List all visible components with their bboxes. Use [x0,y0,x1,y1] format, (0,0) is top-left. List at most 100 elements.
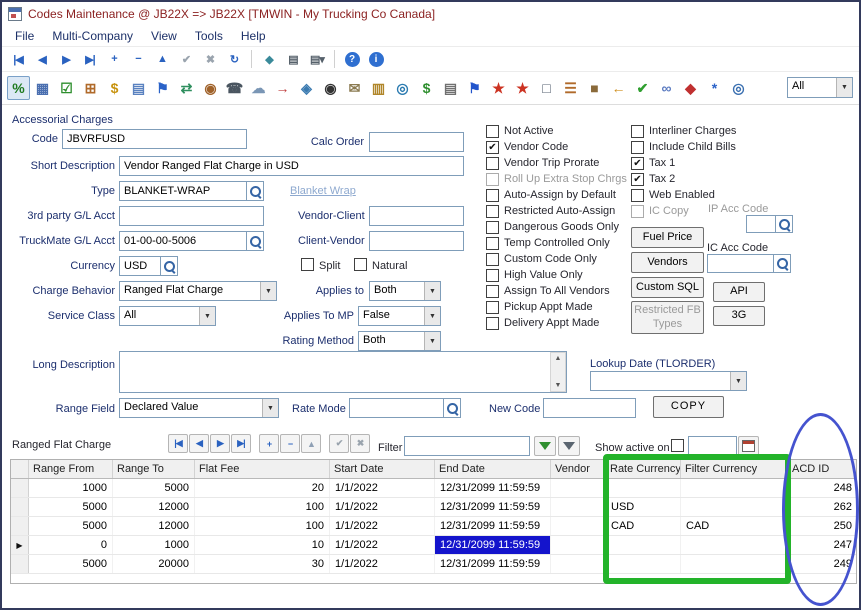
coin-icon[interactable]: $ [103,76,126,100]
applies-to-combo[interactable]: Both ▼ [369,281,441,301]
grid-cell-4-filter-currency[interactable] [681,536,788,554]
compass-icon[interactable]: * [703,76,726,100]
grid-cell-2-acd-id[interactable]: 262 [788,498,857,516]
checkbox-box-vendor-trip-prorate[interactable] [486,157,499,170]
applies-to-mp-combo[interactable]: False ▼ [358,306,441,326]
date-picker-button[interactable] [738,436,759,456]
checkbox-box-high-value-only[interactable] [486,269,499,282]
prior-record-icon[interactable]: ◀ [31,49,53,69]
grid-cell-4-start-date[interactable]: 1/1/2022 [330,536,435,554]
copy-button[interactable]: COPY [653,396,724,418]
codes-grid-icon[interactable]: ▦ [31,76,54,100]
transfer-icon[interactable]: ⇄ [175,76,198,100]
three-g-button[interactable]: 3G [713,306,765,326]
checkbox-temp-controlled-only[interactable]: Temp Controlled Only [486,235,627,251]
mail-icon[interactable]: ✉ [343,76,366,100]
range-field-combo[interactable]: Declared Value ▼ [119,398,279,418]
grid-cell-1-range-to[interactable]: 5000 [113,479,195,497]
show-active-checkbox[interactable] [671,439,684,452]
checkbox-vendor-code[interactable]: ✔Vendor Code [486,139,627,155]
page-icon[interactable]: □ [535,76,558,100]
acc-charges-codes-icon[interactable]: % [7,76,30,100]
grid-cell-3-end-date[interactable]: 12/31/2099 11:59:59 [435,517,551,535]
approve-icon[interactable]: ✔ [631,76,654,100]
lookup-date-dropdown-icon[interactable]: ▼ [730,372,746,390]
vehicle-icon[interactable]: ◆ [679,76,702,100]
grid-cell-2-range-to[interactable]: 12000 [113,498,195,516]
grid-cancel-icon[interactable]: ✖ [350,434,370,453]
cargo-icon[interactable]: ▥ [367,76,390,100]
ip-acc-code-lookup-button[interactable] [776,215,793,233]
third-party-gl-input[interactable] [119,206,264,226]
grid-row-5[interactable]: 500020000301/1/202212/31/2099 11:59:5924… [11,555,856,574]
grid-row-4[interactable]: ▶01000101/1/202212/31/2099 11:59:59247 [11,536,856,555]
grid-edit-icon[interactable]: ▲ [301,434,321,453]
checkbox-custom-code-only[interactable]: Custom Code Only [486,251,627,267]
next-record-icon[interactable]: ▶ [55,49,77,69]
delete-record-icon[interactable]: − [127,49,149,69]
checkbox-box-custom-code-only[interactable] [486,253,499,266]
checkbox-box-tax-1[interactable]: ✔ [631,157,644,170]
about-icon[interactable]: i [365,49,387,69]
grid-cell-5-filter-currency[interactable] [681,555,788,573]
currency-lookup-button[interactable] [161,256,178,276]
grid-col-header-flat-fee[interactable]: Flat Fee [195,460,330,478]
rating-method-combo[interactable]: Both ▼ [358,331,441,351]
help-icon[interactable]: ? [341,49,363,69]
grid-last-icon[interactable]: ▶| [231,434,251,453]
cancel-edit-icon[interactable]: ✖ [199,49,221,69]
network-icon[interactable]: ◈ [295,76,318,100]
grid-cell-2-rate-currency[interactable]: USD [606,498,681,516]
grid-first-icon[interactable]: |◀ [168,434,188,453]
checkbox-include-child-bills[interactable]: Include Child Bills [631,139,736,155]
checkbox-box-pickup-appt-made[interactable] [486,301,499,314]
active-date-input[interactable] [688,436,737,456]
audit-stamp-icon[interactable]: ◆ [258,49,280,69]
checkbox-box-delivery-appt-made[interactable] [486,317,499,330]
cloud-icon[interactable]: ☁ [247,76,270,100]
split-checkbox[interactable] [301,258,314,271]
type-input[interactable] [119,181,247,201]
grid-cell-4-range-to[interactable]: 1000 [113,536,195,554]
ic-acc-code-input[interactable] [707,254,774,273]
type-lookup-button[interactable] [247,181,264,201]
grid-col-header-range-from[interactable]: Range From [29,460,113,478]
checkbox-delivery-appt-made[interactable]: Delivery Appt Made [486,315,627,331]
long-description-scrollbar[interactable]: ▲ ▼ [550,352,566,392]
print-options-icon[interactable]: ▤▾ [306,49,328,69]
checkbox-box-roll-up-extra-stop-chrgs[interactable] [486,173,499,186]
rate-mode-input[interactable] [349,398,444,418]
service-class-combo[interactable]: All ▼ [119,306,216,326]
grid-cell-2-flat-fee[interactable]: 100 [195,498,330,516]
natural-checkbox[interactable] [354,258,367,271]
vendors-button[interactable]: Vendors [631,252,704,273]
star-burst-icon[interactable]: ★ [487,76,510,100]
grid-cell-2-end-date[interactable]: 12/31/2099 11:59:59 [435,498,551,516]
vendor-client-input[interactable] [369,206,464,226]
grid-col-header-acd-id[interactable]: ACD ID [788,460,857,478]
grid-cell-5-rate-currency[interactable] [606,555,681,573]
checkbox-interliner-charges[interactable]: Interliner Charges [631,123,736,139]
grid-col-header-vendor[interactable]: Vendor [551,460,606,478]
checkbox-box-include-child-bills[interactable] [631,141,644,154]
checkbox-box-restricted-auto-assign[interactable] [486,205,499,218]
turn-arrow-icon[interactable]: ← [607,76,630,100]
web-icon[interactable]: ◎ [727,76,750,100]
client-vendor-input[interactable] [369,231,464,251]
refresh-icon[interactable]: ↻ [223,49,245,69]
checkbox-box-ic-copy[interactable] [631,205,644,218]
grid-cell-4-end-date[interactable]: 12/31/2099 11:59:59 [435,536,551,554]
grid-cell-1-range-from[interactable]: 1000 [29,479,113,497]
checkbox-restricted-auto-assign[interactable]: Restricted Auto-Assign [486,203,627,219]
globe-icon[interactable]: ◎ [391,76,414,100]
grid-cell-1-start-date[interactable]: 1/1/2022 [330,479,435,497]
edit-record-icon[interactable]: ▲ [151,49,173,69]
grid-cell-2-start-date[interactable]: 1/1/2022 [330,498,435,516]
grid-col-header-start-date[interactable]: Start Date [330,460,435,478]
parcel-icon[interactable]: ■ [583,76,606,100]
ledger-icon[interactable]: ☰ [559,76,582,100]
checkbox-high-value-only[interactable]: High Value Only [486,267,627,283]
grid-cell-4-rate-currency[interactable] [606,536,681,554]
checklist-icon[interactable]: ☑ [55,76,78,100]
service-class-dropdown-icon[interactable]: ▼ [199,307,215,325]
